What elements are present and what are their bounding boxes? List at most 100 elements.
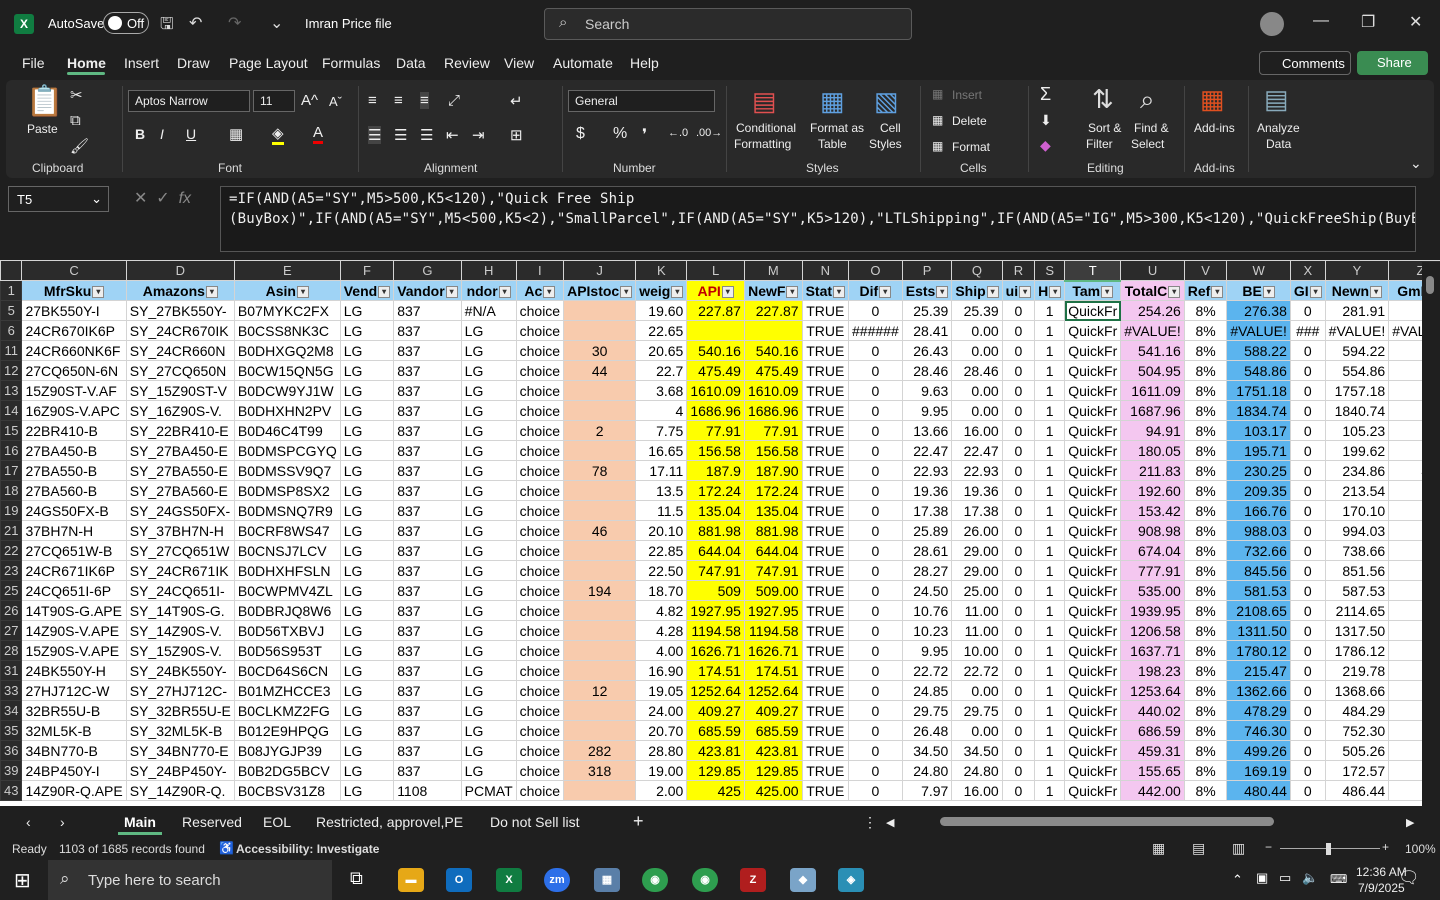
grid-cell[interactable]: 0: [1001, 440, 1036, 461]
grid-cell[interactable]: 409.27: [743, 700, 803, 721]
column-filter-header[interactable]: weig ▾: [635, 280, 688, 301]
grid-cell[interactable]: B0DHXHFSLN: [233, 560, 341, 581]
grid-cell[interactable]: 0: [1001, 420, 1036, 441]
column-header[interactable]: P: [901, 260, 953, 281]
grid-cell[interactable]: LG: [339, 780, 395, 801]
add-ins-label[interactable]: Add-ins: [1194, 121, 1235, 135]
grid-cell[interactable]: 11.00: [951, 620, 1003, 641]
grid-cell[interactable]: 0: [1289, 680, 1326, 701]
delete-cells-label[interactable]: Delete: [952, 114, 987, 128]
tab-scroll-left-icon[interactable]: ‹: [26, 814, 31, 830]
grid-cell[interactable]: QuickFr: [1064, 500, 1122, 521]
row-number[interactable]: 43: [0, 780, 23, 801]
grid-cell[interactable]: 4.00: [635, 640, 688, 661]
grid-cell[interactable]: [563, 400, 637, 421]
grid-cell[interactable]: LG: [460, 720, 517, 741]
grid-cell[interactable]: 837: [393, 680, 462, 701]
grid-cell[interactable]: 77.91: [686, 420, 745, 441]
grid-cell[interactable]: 0: [848, 640, 903, 661]
grid-cell[interactable]: 34BN770-B: [21, 740, 127, 761]
grid-cell[interactable]: 0: [1001, 500, 1036, 521]
grid-cell[interactable]: 738.66: [1324, 540, 1390, 561]
grid-cell[interactable]: 837: [393, 460, 462, 481]
grid-cell[interactable]: 747.91: [743, 560, 803, 581]
hscroll-left-icon[interactable]: ◀: [886, 816, 894, 829]
decrease-decimal-icon[interactable]: .00→: [696, 127, 722, 139]
grid-cell[interactable]: 1611.09: [1120, 380, 1185, 401]
grid-cell[interactable]: SY_24CQ651I-: [125, 580, 235, 601]
grid-cell[interactable]: #VALUE!: [1226, 320, 1291, 341]
grid-cell[interactable]: B0D46C4T99: [233, 420, 341, 441]
cell-label[interactable]: Cell: [880, 121, 901, 135]
zoom-app-icon[interactable]: zm: [544, 868, 570, 892]
minimize-icon[interactable]: —: [1313, 12, 1329, 30]
grid-cell[interactable]: 423.81: [743, 740, 803, 761]
grid-cell[interactable]: 1252.64: [743, 680, 803, 701]
filter-label[interactable]: Filter: [1086, 137, 1113, 151]
grid-cell[interactable]: 3.68: [635, 380, 688, 401]
row-number[interactable]: 13: [0, 380, 23, 401]
grid-cell[interactable]: 25.00: [951, 580, 1003, 601]
grid-cell[interactable]: 0: [1001, 380, 1036, 401]
grid-cell[interactable]: LG: [460, 460, 517, 481]
grid-cell[interactable]: 34.50: [951, 740, 1003, 761]
grid-cell[interactable]: choice: [515, 380, 565, 401]
grid-cell[interactable]: 845.56: [1226, 560, 1291, 581]
grid-cell[interactable]: 26.48: [901, 720, 953, 741]
page-break-view-icon[interactable]: ▥: [1232, 840, 1245, 857]
grid-cell[interactable]: 1780.12: [1226, 640, 1291, 661]
excel-taskbar-icon[interactable]: X: [496, 868, 522, 892]
cancel-icon[interactable]: ✕: [134, 190, 147, 207]
grid-cell[interactable]: 1: [1034, 380, 1066, 401]
sheet-tab-eol[interactable]: EOL: [263, 814, 291, 830]
grid-cell[interactable]: 1368.66: [1324, 680, 1390, 701]
grid-cell[interactable]: 0.00: [951, 380, 1003, 401]
grid-cell[interactable]: LG: [339, 580, 395, 601]
spreadsheet-grid[interactable]: CDEFGHIJKLMNOPQRSTUVWXYZAA1MfrSku▾Amazon…: [0, 260, 1440, 806]
grid-cell[interactable]: 837: [393, 440, 462, 461]
grid-cell[interactable]: LG: [460, 760, 517, 781]
grid-cell[interactable]: 475.49: [686, 360, 745, 381]
grid-cell[interactable]: LG: [339, 380, 395, 401]
grid-cell[interactable]: LG: [460, 620, 517, 641]
grid-cell[interactable]: LG: [339, 700, 395, 721]
grid-cell[interactable]: 8%: [1183, 460, 1228, 481]
conditional-formatting-icon[interactable]: ▤: [752, 86, 777, 117]
grid-cell[interactable]: 8%: [1183, 680, 1228, 701]
grid-cell[interactable]: QuickFr: [1064, 340, 1122, 361]
grid-cell[interactable]: 994.03: [1324, 520, 1390, 541]
grid-cell[interactable]: 8%: [1183, 600, 1228, 621]
grid-cell[interactable]: 0: [848, 760, 903, 781]
grid-cell[interactable]: 881.98: [686, 520, 745, 541]
grid-cell[interactable]: 27BA450-B: [21, 440, 127, 461]
column-header[interactable]: K: [635, 260, 688, 281]
chrome-profile-icon[interactable]: ◉: [692, 868, 718, 892]
row-number[interactable]: 27: [0, 620, 23, 641]
grid-cell[interactable]: 4: [635, 400, 688, 421]
cell-styles-icon[interactable]: ▧: [874, 86, 899, 117]
number-format-select[interactable]: General: [568, 90, 715, 112]
grid-cell[interactable]: TRUE: [801, 580, 850, 601]
grid-cell[interactable]: 2108.65: [1226, 600, 1291, 621]
grid-cell[interactable]: LG: [339, 460, 395, 481]
grid-cell[interactable]: 1: [1034, 540, 1066, 561]
grid-cell[interactable]: 174.51: [686, 660, 745, 681]
horizontal-scroll-thumb[interactable]: [940, 817, 1274, 826]
row-number[interactable]: 16: [0, 440, 23, 461]
grid-cell[interactable]: B0DMSNQ7R9: [233, 500, 341, 521]
font-name-select[interactable]: Aptos Narrow: [128, 90, 250, 112]
tab-help[interactable]: Help: [630, 55, 659, 71]
grid-cell[interactable]: 1: [1034, 660, 1066, 681]
grid-cell[interactable]: SY_15Z90ST-V: [125, 380, 235, 401]
grid-cell[interactable]: 0: [848, 440, 903, 461]
avatar[interactable]: [1260, 12, 1284, 36]
grid-cell[interactable]: SY_27BK550Y-: [125, 300, 235, 321]
column-header[interactable]: U: [1120, 260, 1185, 281]
grid-cell[interactable]: 8%: [1183, 300, 1228, 321]
row-number[interactable]: 35: [0, 720, 23, 741]
column-header[interactable]: X: [1289, 260, 1326, 281]
grid-cell[interactable]: 1: [1034, 520, 1066, 541]
merge-center-icon[interactable]: ⊞: [510, 126, 523, 144]
grid-cell[interactable]: 129.85: [686, 760, 745, 781]
grid-cell[interactable]: QuickFr: [1064, 720, 1122, 741]
